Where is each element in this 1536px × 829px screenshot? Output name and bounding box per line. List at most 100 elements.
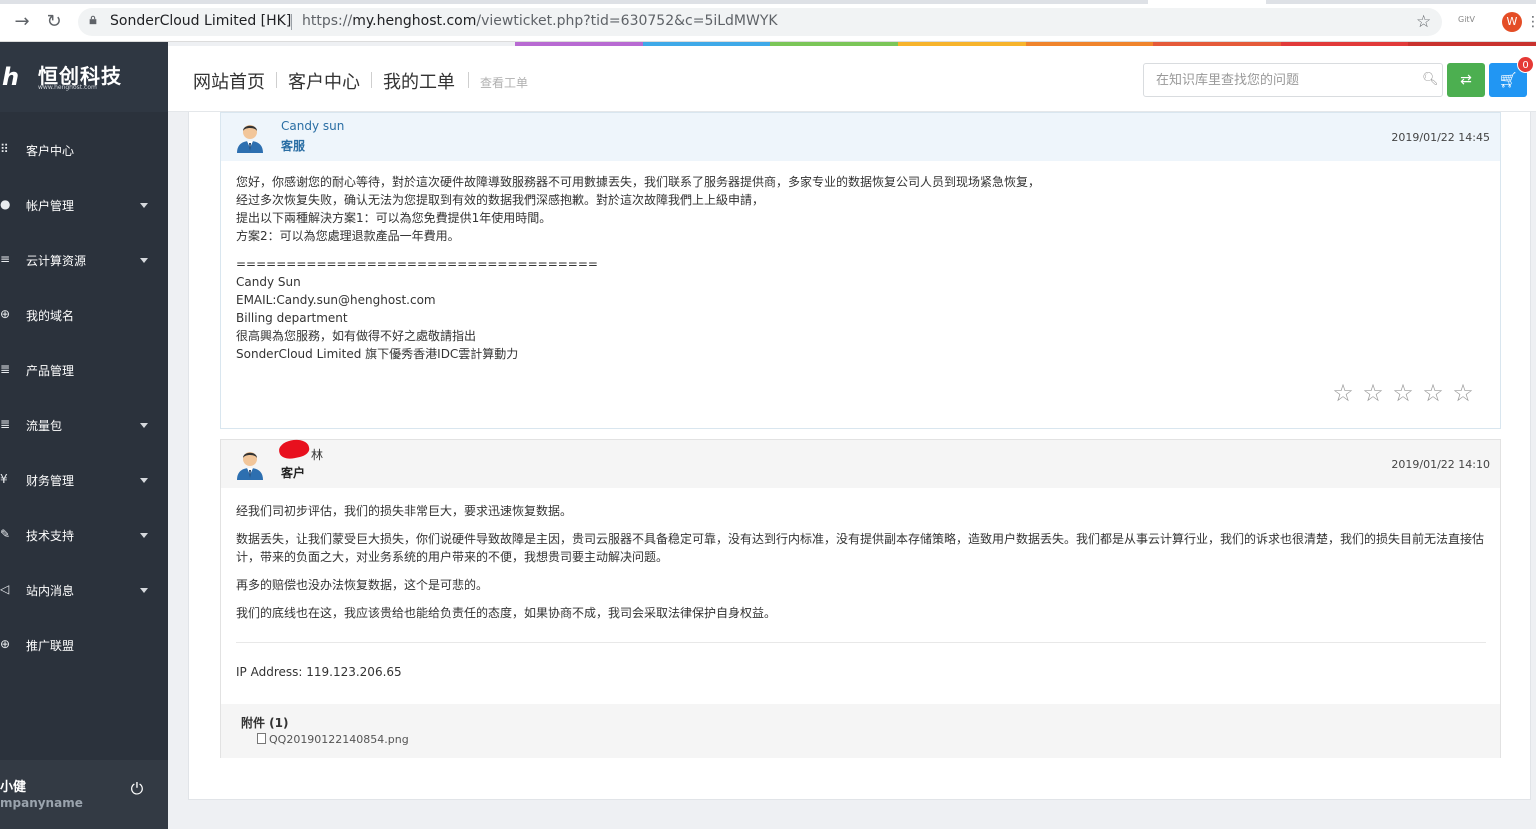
attachment-filename: QQ20190122140854.png xyxy=(269,733,409,746)
sidebar-item-label: 我的域名 xyxy=(26,309,75,323)
rating-star-icon[interactable]: ☆ xyxy=(1451,381,1475,405)
sidebar-item-label: 流量包 xyxy=(26,419,63,433)
extension-icon[interactable]: GitV xyxy=(1458,15,1475,24)
url-text[interactable]: https://my.henghost.com/viewticket.php?t… xyxy=(302,13,778,29)
reply-body: 您好，你感谢您的耐心等待，對於這次硬件故障導致服務器不可用數據丟失，我们联系了服… xyxy=(236,173,1486,363)
ip-address: IP Address: 119.123.206.65 xyxy=(236,665,402,679)
signature-line: ==================================== xyxy=(236,257,598,271)
reply-paragraph: 经我们司初步评估，我们的损失非常巨大，要求迅速恢复数据。 xyxy=(236,504,573,518)
reply-divider xyxy=(236,642,1486,643)
rating-star-icon[interactable]: ☆ xyxy=(1331,381,1355,405)
avatar xyxy=(237,125,263,153)
company-name: mpanyname xyxy=(0,796,83,810)
cart-count-badge: 0 xyxy=(1517,56,1534,73)
attachment-link[interactable]: QQ20190122140854.png xyxy=(257,733,409,746)
url-scheme: https:// xyxy=(302,13,353,29)
sidebar-item-affiliate[interactable]: ⊕ 推广联盟 xyxy=(0,630,168,660)
sidebar-item-support[interactable]: ✎ 技术支持 xyxy=(0,520,168,550)
sidebar-item-label: 推广联盟 xyxy=(26,639,75,653)
user-icon: ● xyxy=(0,197,11,211)
cart-icon: 🛒︎ xyxy=(1498,71,1518,89)
tab-strip xyxy=(0,0,1536,4)
bookmark-star-icon[interactable]: ☆ xyxy=(1416,12,1431,32)
breadcrumb-home[interactable]: 网站首页 xyxy=(193,68,265,94)
breadcrumb-separator xyxy=(276,72,277,88)
site-identity: SonderCloud Limited [HK] xyxy=(110,13,292,29)
sidebar-item-products[interactable]: ≣ 产品管理 xyxy=(0,355,168,385)
wrench-icon: ✎ xyxy=(0,527,11,541)
signature-line: Billing department xyxy=(236,311,348,325)
sidebar-item-label: 产品管理 xyxy=(26,364,75,378)
ticket-thread: Candy sun 客服 2019/01/22 14:45 您好，你感谢您的耐心… xyxy=(188,112,1531,800)
lock-icon xyxy=(89,15,97,25)
reply-line: 方案2：可以為您處理退款產品一年費用。 xyxy=(236,229,460,243)
profile-avatar[interactable]: W xyxy=(1502,12,1522,32)
breadcrumb-current: 查看工单 xyxy=(480,76,529,90)
rating-star-icon[interactable]: ☆ xyxy=(1361,381,1385,405)
reply-role: 客服 xyxy=(281,139,306,153)
avatar xyxy=(237,452,263,480)
sidebar-item-label: 财务管理 xyxy=(26,474,75,488)
rating-star-icon[interactable]: ☆ xyxy=(1391,381,1415,405)
money-icon: ¥ xyxy=(0,472,8,486)
reply-author: Candy sun xyxy=(281,119,345,133)
url-host: my.henghost.com xyxy=(352,13,477,29)
reply-rating: ☆ ☆ ☆ ☆ ☆ xyxy=(1331,381,1475,405)
reload-icon[interactable]: ↻ xyxy=(44,12,64,32)
sidebar-item-traffic[interactable]: ≣ 流量包 xyxy=(0,410,168,440)
reply-line: 提出以下兩種解決方案1：可以為您免費提供1年使用時間。 xyxy=(236,211,552,225)
sidebar-item-cloud[interactable]: ≡ 云计算资源 xyxy=(0,245,168,275)
logo-subtext: www.henghost.com xyxy=(38,84,97,91)
address-bar[interactable]: SonderCloud Limited [HK] https://my.heng… xyxy=(78,8,1442,36)
reply-date: 2019/01/22 14:10 xyxy=(1391,458,1490,471)
language-button[interactable]: ⇄ xyxy=(1447,63,1485,97)
sidebar-item-account[interactable]: ● 帐户管理 xyxy=(0,190,168,220)
sidebar-item-finance[interactable]: ¥ 财务管理 xyxy=(0,465,168,495)
globe-icon: ⊕ xyxy=(0,307,11,321)
sidebar-item-label: 站内消息 xyxy=(26,584,75,598)
breadcrumb-client-center[interactable]: 客户中心 xyxy=(288,68,360,94)
attachments-title: 附件 (1) xyxy=(241,716,289,730)
caret-down-icon xyxy=(140,478,148,483)
rating-star-icon[interactable]: ☆ xyxy=(1421,381,1445,405)
logo[interactable]: h 恒创科技 www.henghost.com xyxy=(0,42,168,112)
breadcrumb-separator xyxy=(371,72,372,88)
sidebar: h 恒创科技 www.henghost.com ⠿ 客户中心 ● 帐户管理 ≡ … xyxy=(0,42,168,829)
reply-role: 客户 xyxy=(281,466,306,480)
reply-paragraph: 数据丢失，让我们蒙受巨大损失，你们说硬件导致故障是主因，贵司云服器不具备稳定可靠… xyxy=(236,532,1485,564)
reply-author: 林 xyxy=(311,448,324,462)
signature-line: Candy Sun xyxy=(236,275,301,289)
knowledgebase-search: 🔍︎ xyxy=(1143,63,1443,97)
browser-menu-icon[interactable]: ⋮ xyxy=(1526,12,1536,32)
database-icon: ≣ xyxy=(0,417,11,431)
sidebar-item-client-center[interactable]: ⠿ 客户中心 xyxy=(0,135,168,165)
message-icon: ◁ xyxy=(0,582,10,596)
logout-power-icon[interactable]: ⏻ xyxy=(128,780,146,798)
caret-down-icon xyxy=(140,258,148,263)
logo-mark-icon: h xyxy=(2,63,20,91)
forward-icon[interactable]: → xyxy=(12,12,32,32)
page-header: 网站首页 客户中心 我的工单 查看工单 🔍︎ ⇄ 🛒︎ 0 xyxy=(168,46,1536,112)
sidebar-item-messages[interactable]: ◁ 站内消息 xyxy=(0,575,168,605)
active-tab-indicator[interactable] xyxy=(1148,0,1266,4)
globe-icon: ⊕ xyxy=(0,637,11,651)
ticket-reply-customer: 林 客户 2019/01/22 14:10 经我们司初步评估，我们的损失非常巨大… xyxy=(220,437,1501,758)
signature-line: EMAIL:Candy.sun@henghost.com xyxy=(236,293,436,307)
server-icon: ≣ xyxy=(0,362,11,376)
reply-header: 林 客户 2019/01/22 14:10 xyxy=(221,437,1500,488)
sidebar-item-label: 客户中心 xyxy=(26,144,75,158)
search-icon[interactable]: 🔍︎ xyxy=(1422,72,1439,87)
url-separator xyxy=(291,14,292,30)
sidebar-item-label: 技术支持 xyxy=(26,529,75,543)
redaction-mark xyxy=(277,437,311,461)
signature-line: SonderCloud Limited 旗下優秀香港IDC雲計算動力 xyxy=(236,347,519,361)
sidebar-item-domains[interactable]: ⊕ 我的域名 xyxy=(0,300,168,330)
caret-down-icon xyxy=(140,533,148,538)
knowledgebase-search-input[interactable] xyxy=(1144,64,1414,96)
reply-date: 2019/01/22 14:45 xyxy=(1391,131,1490,144)
translate-icon: ⇄ xyxy=(1460,72,1472,88)
grid-icon: ⠿ xyxy=(0,142,9,156)
sidebar-item-label: 云计算资源 xyxy=(26,254,87,268)
user-panel: 小健 mpanyname ⏻ xyxy=(0,760,168,829)
breadcrumb-tickets[interactable]: 我的工单 xyxy=(383,68,455,94)
